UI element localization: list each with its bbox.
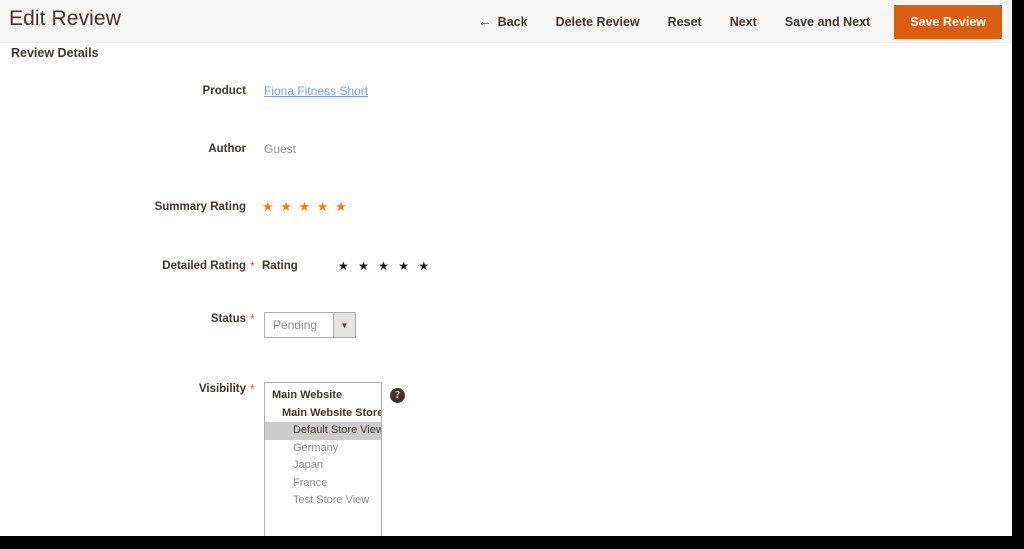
detailed-rating-sub-label: Rating (262, 260, 298, 272)
visibility-option[interactable]: Japan (265, 457, 381, 475)
page-actions-toolbar: ← Back Delete Review Reset Next Save and… (468, 0, 1012, 43)
page-header: Edit Review ← Back Delete Review Reset N… (0, 0, 1012, 43)
field-status: Status * Pending ▼ (0, 312, 1012, 342)
detailed-rating-stars-wrap[interactable]: ★ ★ ★ ★ ★ (338, 259, 432, 273)
visibility-multiselect[interactable]: Main Website Main Website Store Default … (264, 382, 382, 536)
field-visibility: Visibility * Main Website Main Website S… (0, 382, 1012, 536)
next-button[interactable]: Next (716, 8, 771, 36)
field-status-label: Status (210, 313, 246, 325)
visibility-option[interactable]: Germany (265, 440, 381, 458)
admin-page: Edit Review ← Back Delete Review Reset N… (0, 0, 1012, 536)
delete-review-button[interactable]: Delete Review (542, 8, 654, 36)
field-author: Author Guest (0, 142, 1012, 162)
back-button[interactable]: ← Back (468, 8, 542, 36)
visibility-option[interactable]: Test Store View (265, 492, 381, 510)
author-value: Guest (264, 142, 297, 156)
detailed-rating-stars[interactable]: ★ ★ ★ ★ ★ (338, 259, 432, 273)
visibility-option-selected[interactable]: Default Store View (265, 422, 381, 440)
back-button-label: Back (497, 14, 528, 29)
page-title: Edit Review (9, 7, 121, 30)
help-icon[interactable]: ? (390, 388, 405, 403)
save-review-button[interactable]: Save Review (894, 4, 1002, 39)
status-select-value: Pending (273, 318, 318, 332)
arrow-left-icon: ← (477, 12, 492, 29)
field-visibility-required-marker: * (250, 382, 255, 396)
field-product: Product Fiona Fitness Short (0, 84, 1012, 104)
status-select[interactable]: Pending ▼ (264, 312, 356, 338)
field-detailed-rating: Detailed Rating * Rating ★ ★ ★ ★ ★ (0, 259, 1012, 279)
field-summary-rating-label: Summary Rating (154, 201, 246, 213)
visibility-option[interactable]: Main Website (265, 387, 381, 405)
section-title-review-details: Review Details (11, 46, 99, 60)
visibility-option[interactable]: France (265, 475, 381, 493)
field-summary-rating: Summary Rating ★ ★ ★ ★ ★ (0, 200, 1012, 220)
field-visibility-label: Visibility (198, 383, 246, 395)
review-details-form: Product Fiona Fitness Short Author Guest… (0, 72, 1012, 536)
product-link[interactable]: Fiona Fitness Short (264, 84, 368, 98)
reset-button[interactable]: Reset (654, 8, 716, 36)
visibility-option[interactable]: Main Website Store (265, 405, 381, 423)
field-product-label: Product (202, 85, 246, 97)
field-detailed-rating-required-marker: * (250, 259, 255, 273)
field-status-required-marker: * (250, 312, 255, 326)
save-and-next-button[interactable]: Save and Next (771, 8, 884, 36)
chevron-down-icon[interactable]: ▼ (333, 313, 355, 337)
field-author-label: Author (208, 143, 246, 155)
summary-rating-stars: ★ ★ ★ ★ ★ (262, 199, 349, 214)
field-detailed-rating-label: Detailed Rating (162, 260, 246, 272)
